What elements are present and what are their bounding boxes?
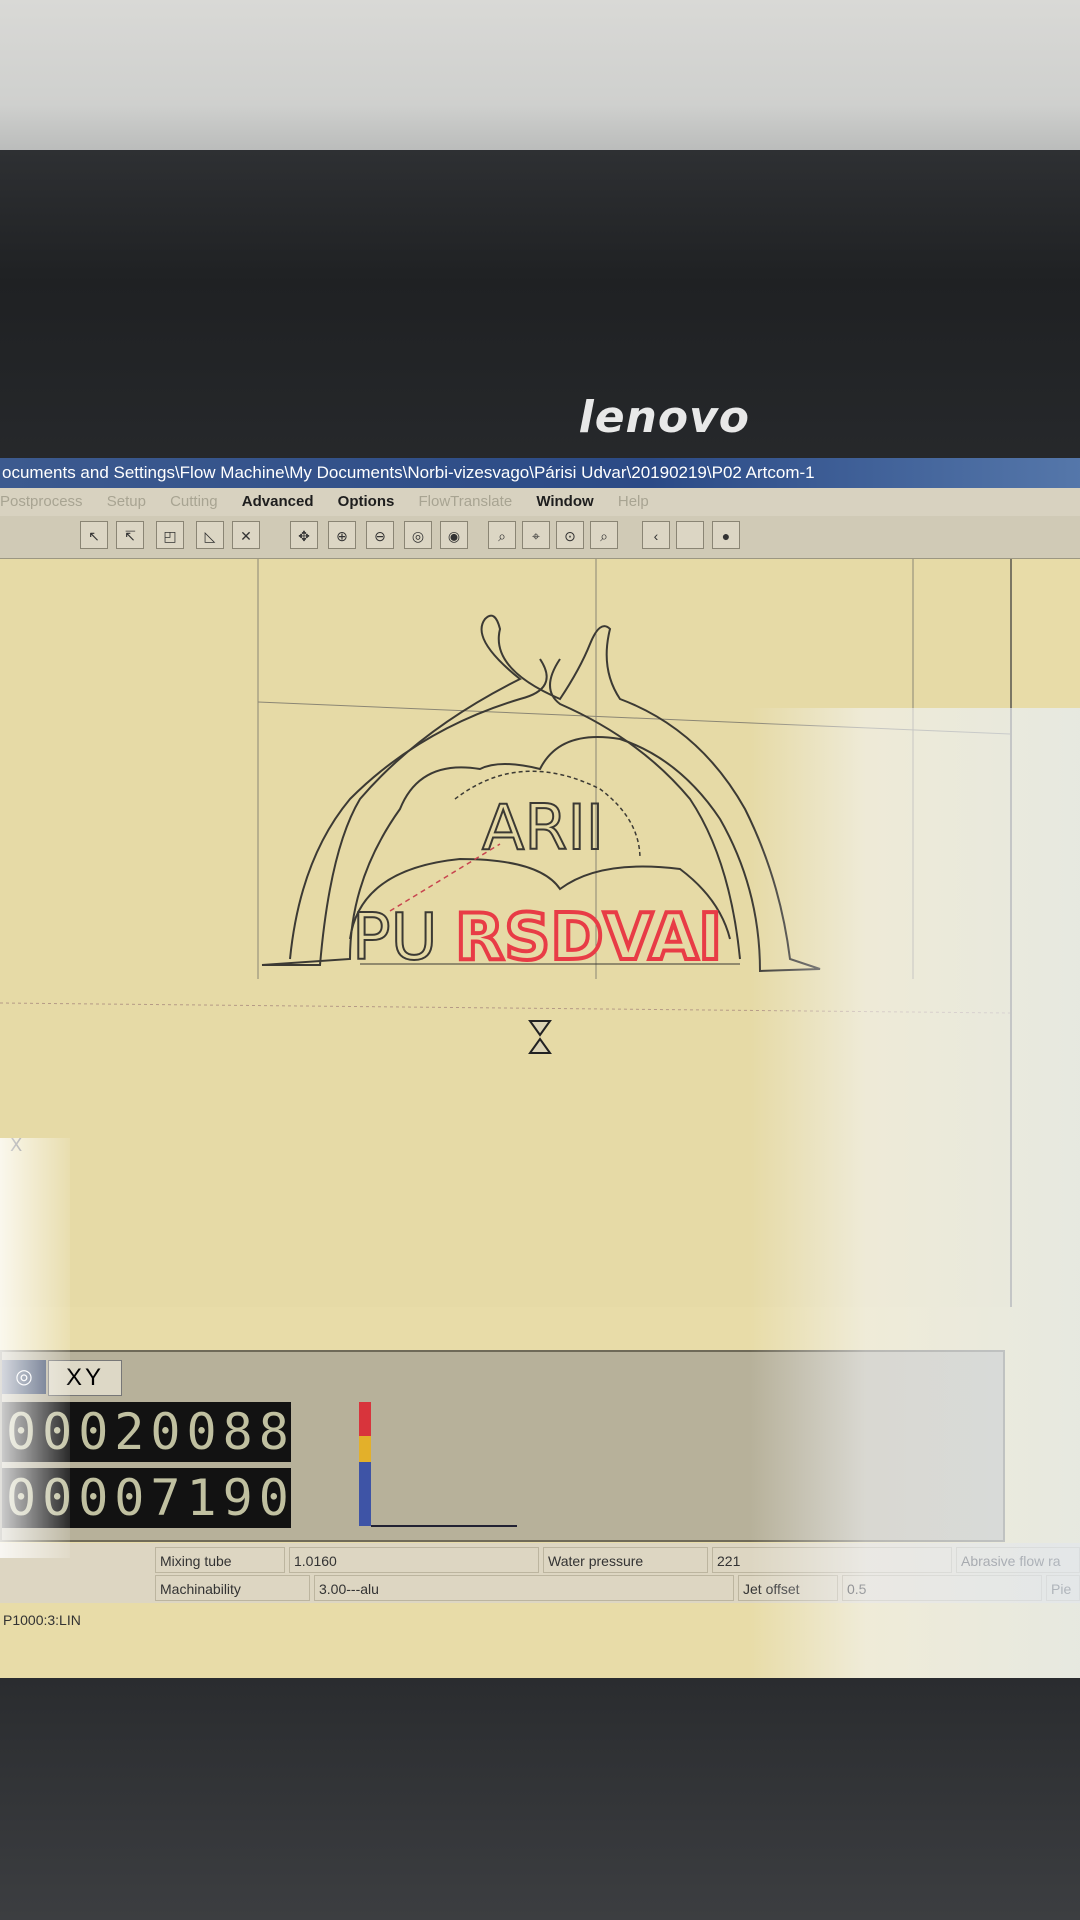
zoom-window-icon[interactable]: ◎	[404, 521, 432, 549]
delete-icon[interactable]: ✕	[232, 521, 260, 549]
zoom-prev-icon[interactable]: ⌕	[488, 521, 516, 549]
jet-offset-value: 0.5	[842, 1575, 1042, 1601]
monitor-bezel	[0, 150, 1080, 480]
status-line: P1000:3:LIN	[3, 1612, 81, 1628]
drawing-text-bottom-red: RSDVAI	[455, 901, 722, 975]
pan-icon[interactable]: ✥	[290, 521, 318, 549]
grid-line-horizontal	[257, 701, 1011, 735]
drawing-text-top: ARII	[482, 791, 604, 864]
menu-cutting[interactable]: Cutting	[170, 493, 218, 510]
jet-offset-label: Jet offset	[738, 1575, 838, 1601]
menu-help[interactable]: Help	[618, 493, 649, 510]
graph-bar-red	[359, 1402, 371, 1436]
color-icon[interactable]: ●	[712, 521, 740, 549]
select-box-icon[interactable]: ◰	[156, 521, 184, 549]
back-icon[interactable]: ‹	[642, 521, 670, 549]
water-pressure-value: 221	[712, 1547, 952, 1573]
graph-bar-blue	[359, 1462, 371, 1526]
window-title: ocuments and Settings\Flow Machine\My Do…	[2, 463, 815, 482]
hourglass-icon	[528, 1020, 552, 1054]
readout-x: 00020088	[2, 1402, 291, 1462]
blank-icon[interactable]	[676, 521, 704, 549]
menu-options[interactable]: Options	[338, 493, 395, 510]
abrasive-flow-label: Abrasive flow ra	[956, 1547, 1080, 1573]
tab-xy[interactable]: XY	[48, 1360, 122, 1396]
application-window: ocuments and Settings\Flow Machine\My Do…	[0, 458, 1080, 1678]
menu-bar: Postprocess Setup Cutting Advanced Optio…	[0, 488, 1080, 516]
menu-postprocess[interactable]: Postprocess	[0, 493, 83, 510]
pressure-graph	[359, 1402, 517, 1527]
graph-bar-yellow	[359, 1436, 371, 1462]
zoom-in-icon[interactable]: ⊕	[328, 521, 356, 549]
machinability-value: 3.00---alu	[314, 1575, 734, 1601]
select-point-icon[interactable]: ↸	[116, 521, 144, 549]
menu-setup[interactable]: Setup	[107, 493, 146, 510]
position-panel: ◎ XY 00020088 00007190	[0, 1350, 1005, 1542]
part-drawing: ARII PU RSDVAI X	[0, 559, 1011, 1156]
mixing-tube-value: 1.0160	[289, 1547, 539, 1573]
status-grid: Mixing tube 1.0160 Water pressure 221 Ab…	[0, 1543, 1080, 1603]
menu-advanced[interactable]: Advanced	[242, 493, 314, 510]
extra-label: Pie	[1046, 1575, 1080, 1601]
brand-logo: lenovo	[578, 392, 750, 443]
water-pressure-label: Water pressure	[543, 1547, 708, 1573]
machinability-label: Machinability	[155, 1575, 310, 1601]
zoom-all-icon[interactable]: ⌖	[522, 521, 550, 549]
select-arrow-icon[interactable]: ↖	[80, 521, 108, 549]
drawing-canvas[interactable]: ARII PU RSDVAI X	[0, 559, 1012, 1307]
zoom-select-icon[interactable]: ⌕	[590, 521, 618, 549]
select-chain-icon[interactable]: ◺	[196, 521, 224, 549]
target-icon[interactable]: ◎	[2, 1360, 46, 1394]
zoom-extents-icon[interactable]: ◉	[440, 521, 468, 549]
menu-flowtranslate[interactable]: FlowTranslate	[419, 493, 513, 510]
mixing-tube-label: Mixing tube	[155, 1547, 285, 1573]
readout-y: 00007190	[2, 1468, 291, 1528]
menu-window[interactable]: Window	[536, 493, 593, 510]
drawing-text-bottom-black: PU	[352, 901, 437, 975]
toolbar: ↖ ↸ ◰ ◺ ✕ ✥ ⊕ ⊖ ◎ ◉ ⌕ ⌖ ⊙ ⌕ ‹ ●	[0, 516, 1080, 559]
monitor-bottom-bezel	[0, 1678, 1080, 1920]
zoom-part-icon[interactable]: ⊙	[556, 521, 584, 549]
window-title-bar: ocuments and Settings\Flow Machine\My Do…	[0, 458, 1080, 488]
zoom-out-icon[interactable]: ⊖	[366, 521, 394, 549]
bounding-line	[0, 1002, 1011, 1014]
axis-label-x: X	[10, 1135, 22, 1156]
